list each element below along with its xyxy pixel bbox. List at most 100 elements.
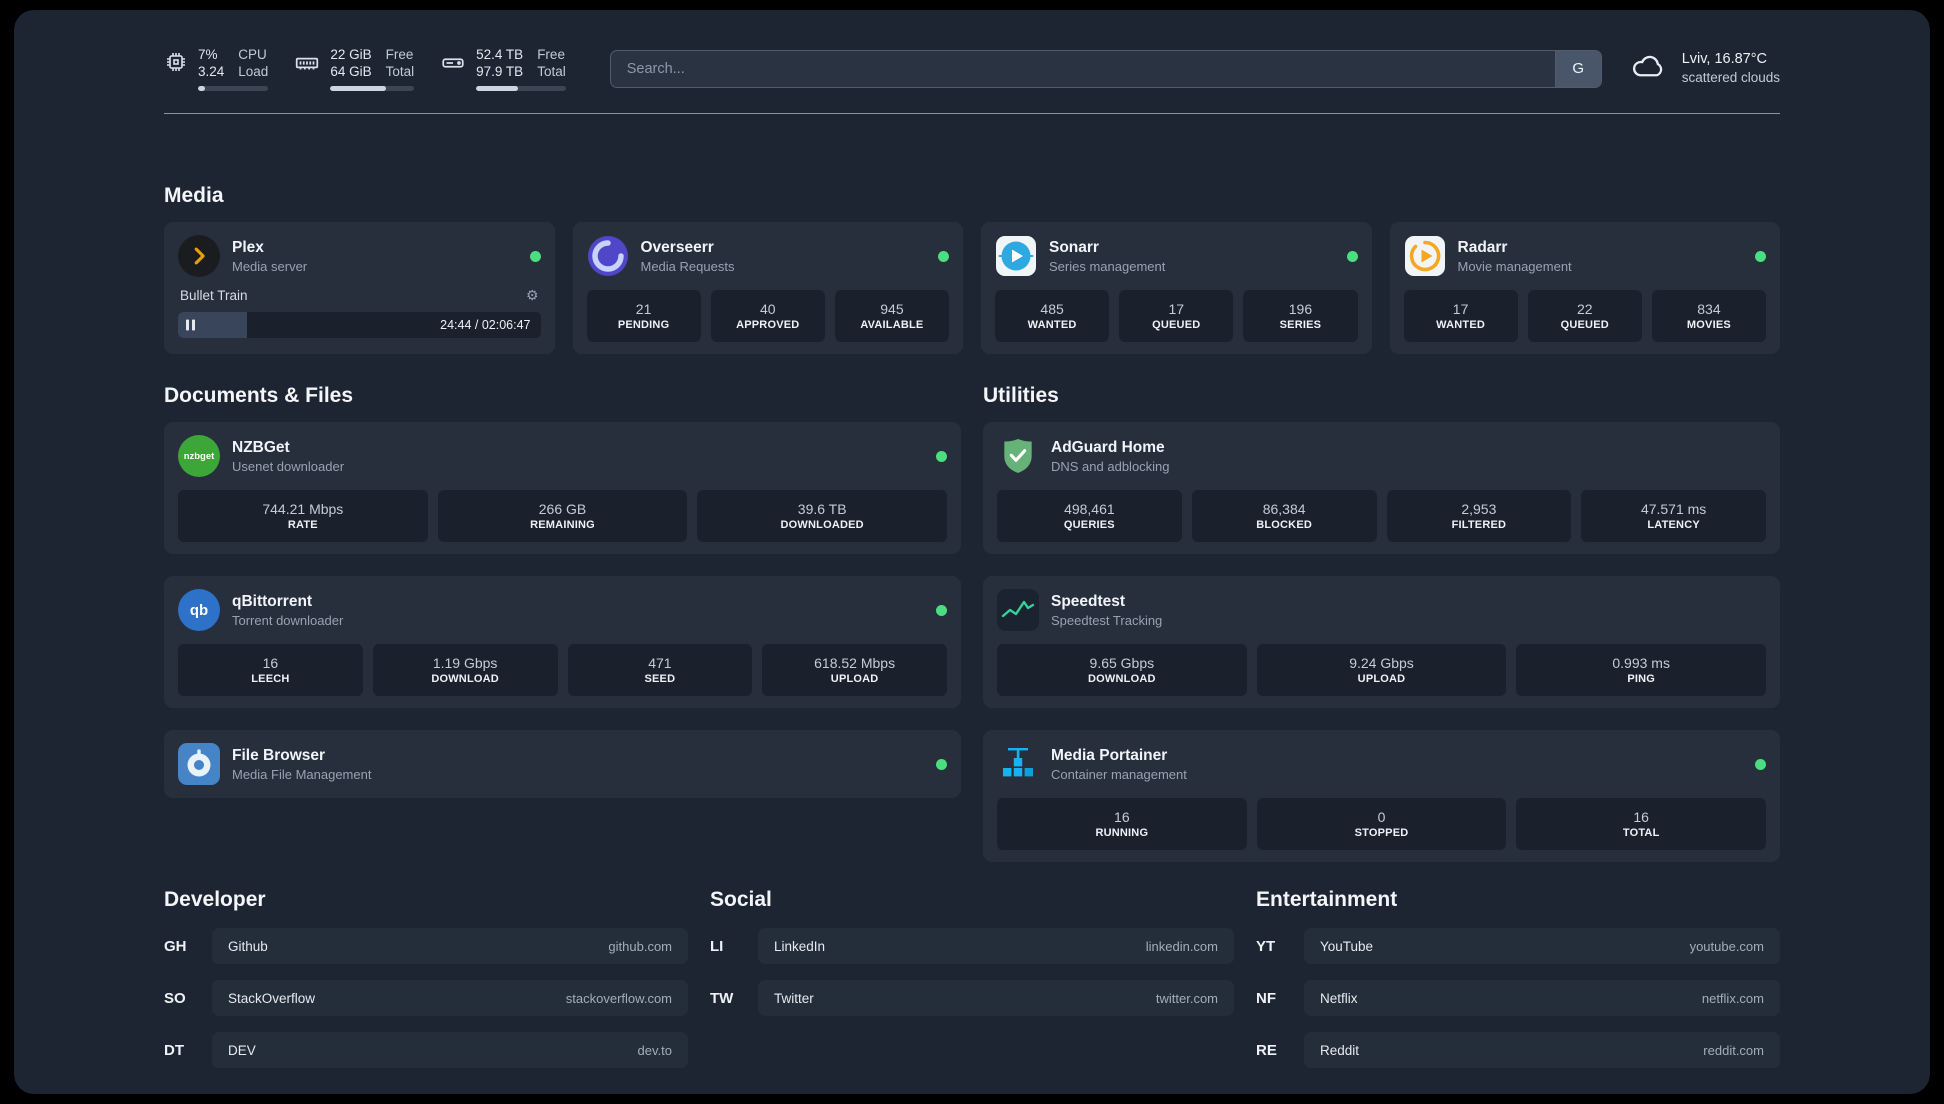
weather-widget: Lviv, 16.87°C scattered clouds <box>1630 50 1780 87</box>
cpu-monitor: 7% 3.24 CPU Load <box>164 46 269 91</box>
stat-value: 744.21 Mbps <box>262 501 344 517</box>
status-dot <box>936 450 947 462</box>
status-dot <box>938 250 949 262</box>
bookmark-link-netflix[interactable]: Netflix netflix.com <box>1304 980 1780 1016</box>
bookmark-link-twitter[interactable]: Twitter twitter.com <box>758 980 1234 1016</box>
bookmark-link-stackoverflow[interactable]: StackOverflow stackoverflow.com <box>212 980 688 1016</box>
disk-free-value: 52.4 TB <box>476 47 524 62</box>
stat-tile: 1.19 Gbps DOWNLOAD <box>372 644 558 696</box>
overseerr-icon <box>587 235 629 277</box>
stat-value: 266 GB <box>538 501 587 517</box>
service-card-radarr[interactable]: Radarr Movie management 17 WANTED 22 QUE… <box>1389 222 1780 354</box>
stat-value: 40 <box>759 301 776 317</box>
bookmark-abbr: YT <box>1256 937 1276 955</box>
service-card-qbittorrent[interactable]: qb qBittorrent Torrent downloader 16 LEE… <box>164 576 961 708</box>
pause-button[interactable] <box>186 319 195 331</box>
stat-tile: 17 QUEUED <box>1119 290 1234 342</box>
stat-tile: 86,384 BLOCKED <box>1191 490 1377 542</box>
disk-monitor: 52.4 TB 97.9 TB Free Total <box>440 46 566 91</box>
memory-free-label: Free <box>385 47 414 62</box>
stat-label: MOVIES <box>1686 319 1731 331</box>
stat-label: LEECH <box>251 673 290 685</box>
stat-value: 471 <box>648 655 672 671</box>
bookmark-name: Github <box>228 938 268 954</box>
service-subtitle: Media server <box>232 258 308 274</box>
disk-total-value: 97.9 TB <box>476 64 524 79</box>
stat-value: 9.65 Gbps <box>1089 655 1155 671</box>
memory-total-label: Total <box>385 64 415 79</box>
bookmark-reddit: RE Reddit reddit.com <box>1256 1032 1780 1068</box>
portainer-icon <box>997 743 1039 785</box>
stat-label: QUEUED <box>1152 319 1201 331</box>
bookmark-url: netflix.com <box>1701 990 1764 1006</box>
memory-free-value: 22 GiB <box>330 47 372 62</box>
service-card-overseerr[interactable]: Overseerr Media Requests 21 PENDING 40 A… <box>572 222 963 354</box>
service-name: Speedtest <box>1051 592 1126 610</box>
stat-tile: 834 MOVIES <box>1651 290 1767 342</box>
service-card-speedtest[interactable]: Speedtest Speedtest Tracking 9.65 Gbps D… <box>983 576 1780 708</box>
bookmark-name: Reddit <box>1320 1042 1360 1058</box>
disk-free-label: Free <box>537 47 565 62</box>
stat-value: 485 <box>1040 301 1064 317</box>
stat-tile: 47.571 ms LATENCY <box>1581 490 1766 542</box>
service-card-filebrowser[interactable]: File Browser Media File Management <box>164 730 961 798</box>
bookmark-link-github[interactable]: Github github.com <box>212 928 688 964</box>
stat-tile: 498,461 QUERIES <box>997 490 1182 542</box>
bookmark-abbr: DT <box>164 1041 184 1059</box>
stat-value: 16 <box>262 655 279 671</box>
bookmark-link-linkedin[interactable]: LinkedIn linkedin.com <box>758 928 1234 964</box>
stat-tile: 196 SERIES <box>1243 290 1358 342</box>
section-media: Media Plex Media server Bullet Train ⚙ 2… <box>164 184 1780 354</box>
disk-progress-track <box>476 86 566 91</box>
service-subtitle: Media Requests <box>640 258 735 274</box>
memory-icon <box>294 50 320 81</box>
stat-label: WANTED <box>1436 319 1486 331</box>
playback-progress-bar[interactable]: 24:44 / 02:06:47 <box>178 312 541 338</box>
stat-label: BLOCKED <box>1256 519 1313 531</box>
service-card-sonarr[interactable]: Sonarr Series management 485 WANTED 17 Q… <box>981 222 1372 354</box>
stat-label: SEED <box>644 673 676 685</box>
service-card-portainer[interactable]: Media Portainer Container management 16 … <box>983 730 1780 862</box>
stat-value: 498,461 <box>1064 501 1115 517</box>
stat-label: DOWNLOAD <box>431 673 499 685</box>
service-card-adguard[interactable]: AdGuard Home DNS and adblocking 498,461 … <box>983 422 1780 554</box>
bookmark-url: youtube.com <box>1689 938 1764 954</box>
service-subtitle: Container management <box>1051 766 1187 782</box>
bookmark-abbr: LI <box>710 937 724 955</box>
service-card-nzbget[interactable]: nzbget NZBGet Usenet downloader 744.21 M… <box>164 422 961 554</box>
search-provider-button[interactable]: G <box>1554 50 1601 87</box>
gear-icon[interactable]: ⚙ <box>526 287 539 304</box>
playback-time: 24:44 / 02:06:47 <box>440 318 531 332</box>
stat-label: DOWNLOAD <box>1088 673 1156 685</box>
stat-tile: 17 WANTED <box>1403 290 1518 342</box>
cpu-progress-fill <box>198 86 206 91</box>
stat-tile: 0.993 ms PING <box>1516 644 1767 696</box>
status-dot <box>936 758 947 770</box>
dashboard-app: 7% 3.24 CPU Load 22 GiB 64 GiB Free Tota… <box>14 10 1930 1094</box>
stat-label: REMAINING <box>530 519 595 531</box>
bookmark-link-reddit[interactable]: Reddit reddit.com <box>1304 1032 1780 1068</box>
plex-icon <box>178 235 220 277</box>
memory-total-value: 64 GiB <box>330 64 372 79</box>
stat-label: FILTERED <box>1451 519 1507 531</box>
stat-label: LATENCY <box>1647 519 1700 531</box>
stat-value: 2,953 <box>1461 501 1497 517</box>
bookmark-name: StackOverflow <box>228 990 316 1006</box>
bookmark-link-youtube[interactable]: YouTube youtube.com <box>1304 928 1780 964</box>
bookmark-url: github.com <box>608 938 672 954</box>
service-subtitle: Movie management <box>1457 258 1572 274</box>
status-dot <box>1346 250 1358 262</box>
stat-label: WANTED <box>1027 319 1077 331</box>
stat-value: 196 <box>1288 301 1313 317</box>
service-card-plex[interactable]: Plex Media server Bullet Train ⚙ 24:44 /… <box>164 222 555 354</box>
search-input[interactable] <box>610 50 1555 87</box>
section-title-developer: Developer <box>164 888 266 911</box>
stat-value: 39.6 TB <box>797 501 847 517</box>
bookmark-abbr: RE <box>1256 1041 1277 1059</box>
stat-tile: 22 QUEUED <box>1527 290 1642 342</box>
bookmark-link-dev[interactable]: DEV dev.to <box>212 1032 688 1068</box>
section-title-documents: Documents & Files <box>164 384 354 407</box>
stat-label: RUNNING <box>1095 827 1149 839</box>
stat-value: 86,384 <box>1262 501 1306 517</box>
service-subtitle: Torrent downloader <box>232 612 344 628</box>
